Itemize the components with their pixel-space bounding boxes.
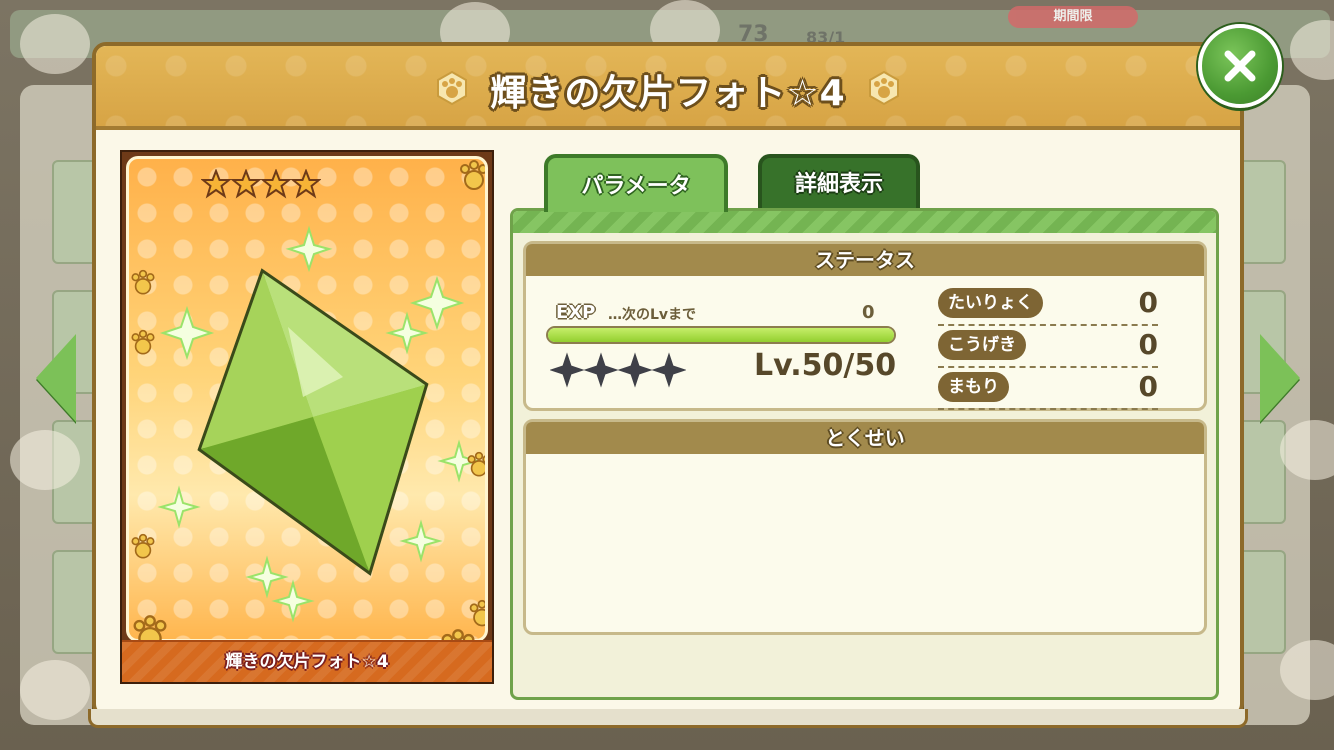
stat-label: たいりょく — [938, 288, 1043, 318]
tab-parameters[interactable]: パラメータ — [544, 154, 728, 212]
tab-details[interactable]: 詳細表示 — [758, 154, 920, 212]
paw-icon — [467, 451, 485, 477]
card-name-label: 輝きの欠片フォト☆4 — [122, 640, 492, 682]
stat-label: こうげき — [938, 330, 1026, 360]
level-stars — [550, 352, 686, 388]
exp-progress-fill — [548, 328, 894, 342]
photo-card: 輝きの欠片フォト☆4 — [120, 150, 494, 684]
stat-label: まもり — [938, 372, 1009, 402]
stat-row-attack: こうげき 0 — [938, 326, 1158, 368]
parameter-panel: ステータス EXP …次のLvまで 0 Lv.50/50 たいりょく 0 こうげ… — [510, 208, 1219, 700]
close-button[interactable] — [1198, 24, 1282, 108]
level-text: Lv.50/50 — [754, 348, 897, 383]
modal-page-edge — [88, 709, 1248, 728]
next-arrow-button[interactable] — [1260, 334, 1300, 422]
ability-section: とくせい — [523, 419, 1207, 635]
exp-value: 0 — [862, 302, 875, 323]
limited-time-badge: 期間限 — [1008, 6, 1138, 28]
exp-progress-bar — [546, 326, 896, 344]
background-paw-decoration — [20, 660, 90, 720]
exp-next-level-note: …次のLvまで — [608, 307, 697, 323]
photo-card-art — [126, 156, 488, 642]
modal-header: 輝きの欠片フォト☆4 — [96, 46, 1240, 130]
paw-icon — [460, 160, 485, 190]
ability-section-header: とくせい — [526, 422, 1204, 454]
paw-icon — [131, 533, 155, 559]
stat-row-defense: まもり 0 — [938, 368, 1158, 410]
stat-row-hp: たいりょく 0 — [938, 284, 1158, 326]
status-section-header: ステータス — [526, 244, 1204, 276]
paw-icon — [131, 269, 155, 295]
stat-value: 0 — [1138, 370, 1158, 403]
previous-arrow-button[interactable] — [36, 334, 76, 422]
background-paw-decoration — [10, 430, 80, 490]
modal-title: 輝きの欠片フォト☆4 — [490, 73, 846, 114]
stat-value: 0 — [1138, 328, 1158, 361]
exp-label: EXP — [556, 302, 596, 323]
close-icon — [1224, 50, 1256, 82]
paw-icon — [469, 599, 485, 627]
level-stars-icon — [550, 352, 686, 388]
green-crystal-icon — [197, 268, 429, 576]
stat-value: 0 — [1138, 286, 1158, 319]
paw-badge-icon — [869, 70, 899, 106]
status-section: ステータス EXP …次のLvまで 0 Lv.50/50 たいりょく 0 こうげ… — [523, 241, 1207, 411]
background-paw-decoration — [20, 14, 90, 74]
paw-icon — [131, 329, 155, 355]
